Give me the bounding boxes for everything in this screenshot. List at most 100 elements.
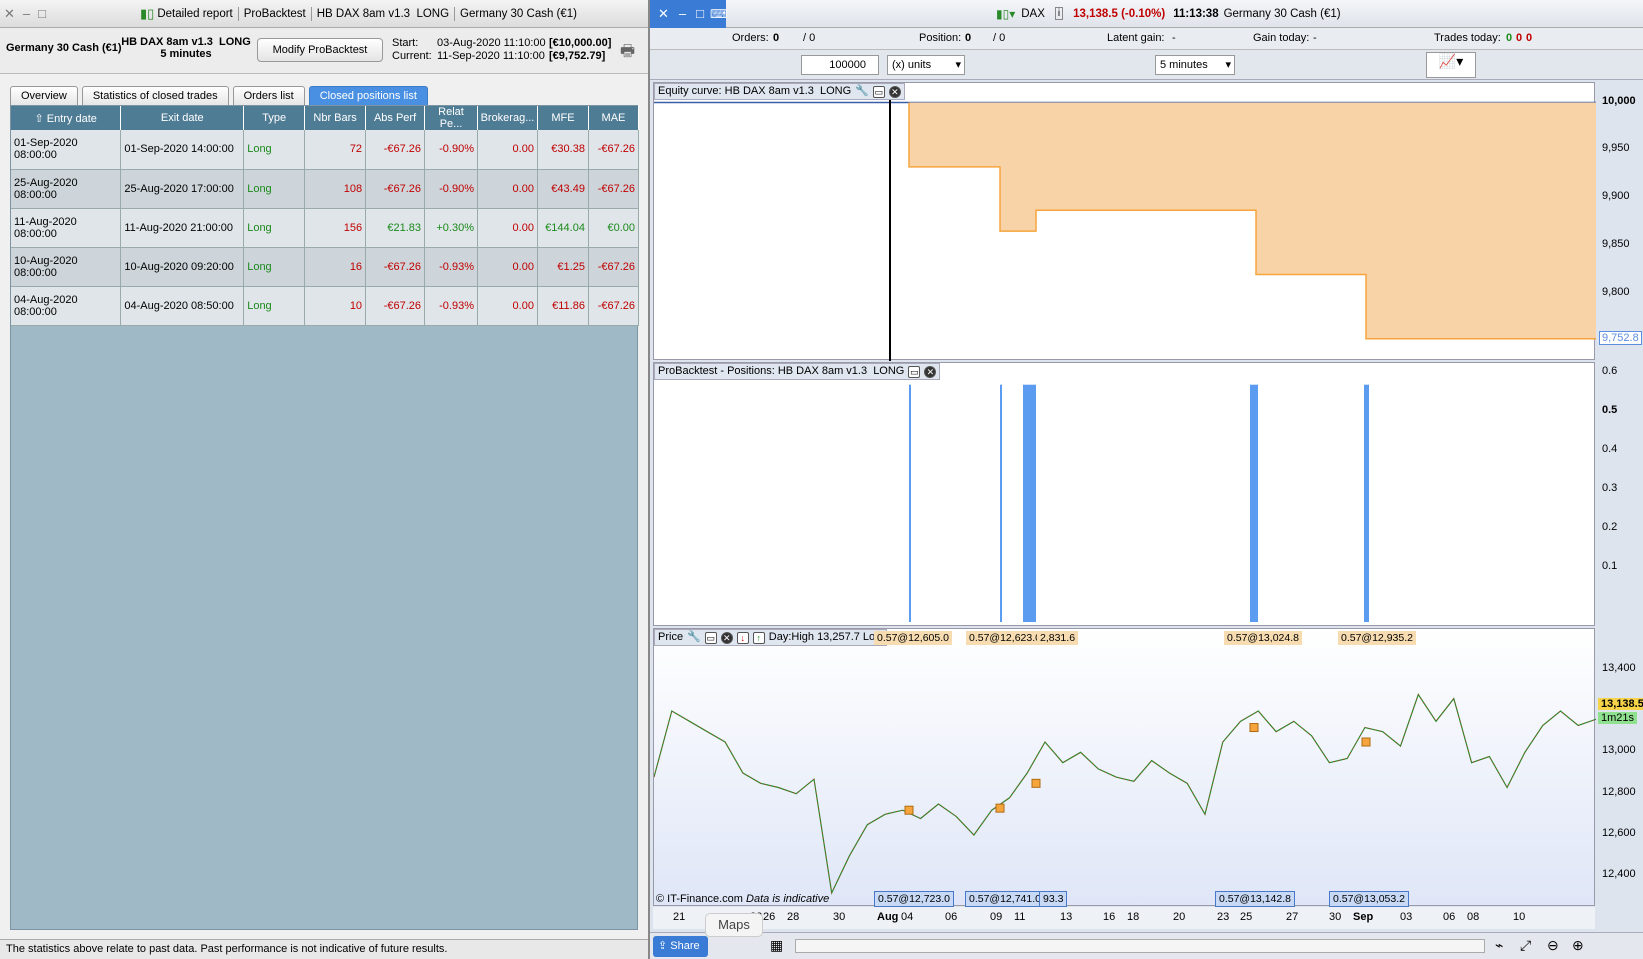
minimize-chart-icon[interactable]: –: [675, 6, 690, 21]
position-bar: [1250, 384, 1258, 622]
quantity-input[interactable]: [801, 55, 879, 75]
zoom-in-icon[interactable]: ⊕: [1572, 937, 1584, 954]
trade-marker: [904, 805, 914, 815]
print-icon[interactable]: 🖶: [620, 40, 635, 67]
positions-title-bar: ProBacktest - Positions: HB DAX 8am v1.3…: [654, 363, 941, 380]
candlestick-menu-icon[interactable]: ▮▯▾: [996, 7, 1015, 21]
close-icon[interactable]: ✕: [924, 365, 937, 378]
keyboard-icon[interactable]: ⌨: [710, 7, 727, 21]
zoom-out-icon[interactable]: ⊖: [1547, 937, 1559, 954]
tab-closed-positions[interactable]: Closed positions list: [308, 86, 428, 106]
y-tick-label: 0.2: [1602, 521, 1618, 533]
col-entry-label: Entry date: [46, 112, 97, 125]
x-tick-label: 30: [833, 911, 846, 923]
cell-mfe: €11.86: [537, 286, 589, 326]
col-relat-perf[interactable]: Relat Pe...: [424, 106, 478, 130]
position-bar: [909, 384, 911, 622]
cell-rel: +0.30%: [424, 208, 478, 248]
share-icon: ⇪: [658, 940, 668, 952]
table-row[interactable]: 25-Aug-2020 08:00:00 25-Aug-2020 17:00:00…: [11, 169, 640, 209]
col-type[interactable]: Type: [243, 106, 306, 130]
cell-rel: -0.93%: [424, 286, 478, 326]
minimize-icon[interactable]: –: [19, 6, 34, 21]
col-mfe[interactable]: MFE: [537, 106, 589, 130]
col-brokerage[interactable]: Brokerag...: [477, 106, 538, 130]
x-tick-label: 04: [901, 911, 914, 923]
strategy-name: HB DAX 8am v1.3 LONG: [121, 36, 251, 48]
right-window: ✕ – □ ⌨ ▮▯▾ DAX i 13,138.5 (-0.10%) 11:1…: [650, 0, 1643, 959]
zoom-fit-icon[interactable]: ⤢: [1520, 937, 1531, 954]
positions-chart: [909, 384, 1369, 622]
title-instrument: Germany 30 Cash (€1): [460, 7, 578, 20]
cell-mae: -€67.26: [588, 286, 640, 326]
col-mae[interactable]: MAE: [588, 106, 640, 130]
share-button[interactable]: ⇪ Share: [653, 936, 708, 957]
tab-statistics[interactable]: Statistics of closed trades: [81, 86, 229, 106]
table-row[interactable]: 01-Sep-2020 08:00:00 01-Sep-2020 14:00:00…: [11, 130, 640, 170]
positions-panel: ProBacktest - Positions: HB DAX 8am v1.3…: [653, 362, 1595, 626]
cell-mae: -€67.26: [588, 130, 640, 170]
day-high-low: Day:High 13,257.7 Low: [768, 631, 884, 643]
left-window: ✕ – □ ▮▯ Detailed report ProBacktest HB …: [0, 0, 648, 959]
col-abs-perf[interactable]: Abs Perf: [365, 106, 426, 130]
col-exit-date[interactable]: Exit date: [120, 106, 245, 130]
y-tick-label: 12,600: [1602, 827, 1636, 839]
start-date: 03-Aug-2020 11:10:00: [437, 37, 546, 49]
sort-up-icon: ⇧: [34, 112, 44, 125]
y-tick-label: 9,900: [1602, 190, 1630, 203]
x-tick-label: 20: [1173, 911, 1186, 923]
units-value: (x) units: [892, 59, 932, 71]
arrow-up-icon[interactable]: ↑: [752, 631, 765, 644]
trade-marker: [1031, 778, 1041, 788]
col-nbr-bars[interactable]: Nbr Bars: [304, 106, 367, 130]
start-value: [€10,000.00]: [549, 37, 612, 49]
window-icon[interactable]: ▭: [908, 365, 921, 378]
bottom-toolbar: ⇪ Share Maps ▦ ⌁ ⤢ ⊖ ⊕: [650, 913, 1643, 959]
chart-tool-icon[interactable]: ⌁: [1495, 937, 1503, 954]
disclaimer: The statistics above relate to past data…: [0, 939, 648, 959]
clock-time: 11:13:38: [1173, 7, 1219, 20]
info-icon[interactable]: i: [1054, 7, 1064, 20]
period-select[interactable]: 5 minutes ▾: [1155, 55, 1235, 75]
time-axis: 2123262830Aug040609111316182023252730Sep…: [653, 907, 1595, 929]
close-icon[interactable]: ✕: [0, 6, 19, 22]
position-bar: [1023, 384, 1036, 622]
maximize-chart-icon[interactable]: □: [692, 6, 708, 21]
y-tick-label: 9,950: [1602, 142, 1630, 155]
arrow-down-icon[interactable]: ↓: [736, 631, 749, 644]
x-tick-label: 23: [1217, 911, 1230, 923]
close-icon[interactable]: ✕: [720, 631, 733, 644]
tab-overview[interactable]: Overview: [10, 86, 78, 106]
window-icon[interactable]: ▭: [872, 85, 885, 98]
orders-value-2: / 0: [803, 32, 816, 44]
cell-bars: 72: [304, 130, 367, 170]
scrollbar[interactable]: [795, 939, 1485, 953]
y-tick-label: 12,800: [1602, 785, 1636, 798]
equity-curve-panel: Equity curve: HB DAX 8am v1.3 LONG 🔧 ▭ ✕: [653, 82, 1596, 361]
equity-title-bar: Equity curve: HB DAX 8am v1.3 LONG 🔧 ▭ ✕: [654, 83, 905, 100]
modify-probacktest-button[interactable]: Modify ProBacktest: [257, 38, 383, 62]
x-tick-label: 27: [1286, 911, 1299, 923]
x-tick-label: 26: [763, 911, 776, 923]
table-row[interactable]: 10-Aug-2020 08:00:00 10-Aug-2020 09:20:00…: [11, 247, 640, 287]
table-row[interactable]: 04-Aug-2020 08:00:00 04-Aug-2020 08:50:00…: [11, 286, 640, 326]
last-price-badge: 13,138.5: [1598, 698, 1643, 710]
window-icon[interactable]: ▭: [704, 631, 717, 644]
units-select[interactable]: (x) units ▾: [887, 55, 965, 75]
y-tick-label: 12,400: [1602, 868, 1636, 881]
grid-icon[interactable]: ▦: [770, 937, 783, 954]
col-entry-date[interactable]: ⇧ Entry date: [11, 106, 122, 130]
candlestick-icon: ▮▯: [140, 5, 155, 21]
chart-style-icon[interactable]: 📈▾: [1426, 52, 1476, 78]
close-icon[interactable]: ✕: [888, 85, 901, 98]
wrench-icon[interactable]: 🔧: [855, 84, 869, 99]
table-header: ⇧ Entry date Exit date Type Nbr Bars Abs…: [11, 106, 640, 130]
y-tick-label: 13,400: [1602, 661, 1636, 674]
wrench-icon[interactable]: 🔧: [687, 630, 701, 645]
chevron-down-icon: ▾: [1225, 59, 1231, 71]
tab-orders-list[interactable]: Orders list: [232, 86, 305, 106]
trade-label-top: 0.57@13,024.8: [1224, 631, 1302, 645]
close-chart-icon[interactable]: ✕: [654, 6, 673, 22]
table-row[interactable]: 11-Aug-2020 08:00:00 11-Aug-2020 21:00:00…: [11, 208, 640, 248]
maximize-icon[interactable]: □: [34, 6, 50, 21]
